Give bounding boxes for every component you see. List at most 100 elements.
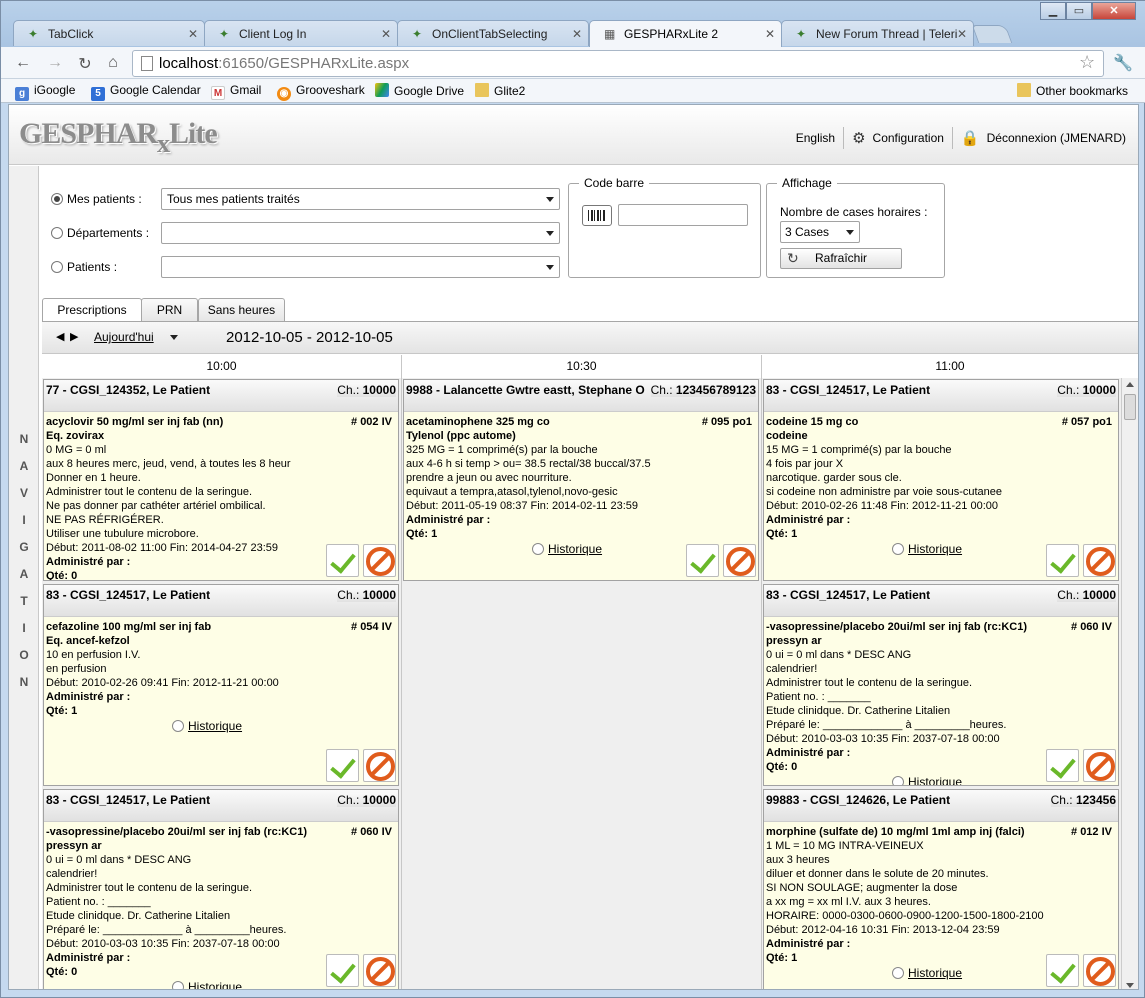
- departements-option[interactable]: Départements :: [51, 226, 149, 240]
- historique-link[interactable]: Historique: [892, 966, 962, 980]
- instruction-line: si codeine non administre par voie sous-…: [766, 486, 1003, 498]
- maximize-icon[interactable]: ▭: [1066, 2, 1092, 20]
- browser-tab-2[interactable]: ✦ Client Log In ✕: [204, 20, 398, 46]
- close-tab-icon[interactable]: ✕: [957, 27, 967, 41]
- refuse-button[interactable]: [1083, 544, 1116, 577]
- minimize-icon[interactable]: ▁: [1040, 2, 1066, 20]
- drug-equivalent: pressyn ar: [766, 635, 822, 647]
- refuse-button[interactable]: [1083, 749, 1116, 782]
- prescription-number: # 012 IV: [1071, 826, 1112, 838]
- departements-select[interactable]: [161, 222, 560, 244]
- close-tab-icon[interactable]: ✕: [572, 27, 582, 41]
- logout-link[interactable]: Déconnexion (JMENARD): [987, 131, 1126, 145]
- close-tab-icon[interactable]: ✕: [188, 27, 198, 41]
- instruction-line: 0 MG = 0 ml: [46, 444, 107, 456]
- app-area: GESPHARxLite English ⚙ Configuration 🔒 D…: [8, 104, 1139, 990]
- patients-select[interactable]: [161, 256, 560, 278]
- historique-link[interactable]: Historique: [892, 775, 962, 785]
- next-day-icon[interactable]: ▶: [70, 330, 78, 343]
- room-number: Ch.: 123456: [1050, 793, 1116, 807]
- administer-check-button[interactable]: [1046, 954, 1079, 987]
- instruction-line: 325 MG = 1 comprimé(s) par la bouche: [406, 444, 598, 456]
- refuse-button[interactable]: [363, 544, 396, 577]
- administer-check-button[interactable]: [326, 544, 359, 577]
- new-tab-button[interactable]: [971, 25, 1013, 43]
- barcode-icon[interactable]: [582, 205, 612, 226]
- other-bookmarks[interactable]: Other bookmarks: [1017, 83, 1128, 98]
- app-logo: GESPHARxLite: [19, 117, 218, 158]
- administer-check-button[interactable]: [326, 954, 359, 987]
- bookmark-glite2[interactable]: Glite2: [475, 83, 525, 98]
- prescriptions-pane: ◀ ▶ Aujourd'hui 2012-10-05 - 2012-10-05 …: [42, 321, 1138, 989]
- browser-tab-1[interactable]: ✦ TabClick ✕: [13, 20, 205, 46]
- close-tab-icon[interactable]: ✕: [381, 27, 391, 41]
- gear-icon[interactable]: ⚙: [852, 129, 865, 147]
- drug-equivalent: Tylenol (ppc autome): [406, 430, 516, 442]
- today-dropdown-icon[interactable]: [170, 335, 178, 340]
- patients-option[interactable]: Patients :: [51, 260, 117, 274]
- quantity-row: Qté: 1: [766, 527, 1116, 541]
- instruction-line: en perfusion: [46, 663, 107, 675]
- tab-prescriptions[interactable]: Prescriptions: [42, 298, 142, 323]
- tab-prn[interactable]: PRN: [141, 298, 198, 322]
- patient-title: 99883 - CGSI_124626, Le Patient: [766, 793, 951, 807]
- radio-patients[interactable]: [51, 261, 63, 273]
- vertical-scrollbar[interactable]: [1121, 378, 1138, 989]
- tab-sans-heures[interactable]: Sans heures: [198, 298, 285, 322]
- mes-patients-select[interactable]: Tous mes patients traités: [161, 188, 560, 210]
- home-icon[interactable]: ⌂: [103, 54, 123, 72]
- drug-equivalent: codeine: [766, 430, 808, 442]
- close-window-icon[interactable]: ✕: [1092, 2, 1136, 20]
- nb-cases-select[interactable]: 3 Cases: [780, 221, 860, 243]
- patient-title: 77 - CGSI_124352, Le Patient: [46, 383, 211, 397]
- refresh-button[interactable]: ↻ Rafraîchir: [780, 248, 902, 269]
- close-tab-icon[interactable]: ✕: [765, 27, 775, 41]
- scroll-down-icon[interactable]: [1126, 983, 1134, 988]
- administer-check-button[interactable]: [1046, 749, 1079, 782]
- bookmark-gmail[interactable]: M Gmail: [211, 83, 261, 100]
- back-icon[interactable]: ←: [13, 54, 33, 72]
- browser-tab-5[interactable]: ✦ New Forum Thread | Teleri ✕: [781, 20, 974, 46]
- history-icon: [532, 543, 544, 555]
- bookmark-grooveshark[interactable]: ◉ Grooveshark: [277, 83, 365, 101]
- forward-icon[interactable]: →: [45, 54, 65, 72]
- lock-icon[interactable]: 🔒: [961, 129, 980, 147]
- barcode-input[interactable]: [618, 204, 748, 226]
- administer-check-button[interactable]: [686, 544, 719, 577]
- drive-icon: [375, 83, 389, 97]
- refuse-button[interactable]: [1083, 954, 1116, 987]
- historique-link[interactable]: Historique: [532, 542, 602, 556]
- language-link[interactable]: English: [796, 131, 835, 145]
- historique-link[interactable]: Historique: [172, 980, 242, 989]
- bookmark-google-drive[interactable]: Google Drive: [375, 83, 464, 98]
- nav-letter: O: [19, 648, 29, 662]
- configuration-link[interactable]: Configuration: [873, 131, 944, 145]
- bookmark-star-icon[interactable]: ☆: [1079, 52, 1095, 73]
- medication-card: 83 - CGSI_124517, Le Patient Ch.: 10000 # …: [763, 584, 1119, 786]
- bookmark-igoogle[interactable]: g iGoogle: [15, 83, 75, 101]
- navigation-sidebar[interactable]: N A V I G A T I O N: [9, 166, 39, 989]
- prev-day-icon[interactable]: ◀: [56, 330, 64, 343]
- radio-mes-patients[interactable]: [51, 193, 63, 205]
- refuse-button[interactable]: [363, 954, 396, 987]
- address-bar[interactable]: localhost:61650/GESPHARxLite.aspx: [132, 50, 1104, 77]
- refuse-button[interactable]: [723, 544, 756, 577]
- mes-patients-option[interactable]: Mes patients :: [51, 192, 142, 206]
- reload-icon[interactable]: ↻: [75, 54, 95, 74]
- historique-link[interactable]: Historique: [892, 542, 962, 556]
- scroll-up-icon[interactable]: [1126, 382, 1134, 387]
- refuse-button[interactable]: [363, 749, 396, 782]
- browser-tab-3[interactable]: ✦ OnClientTabSelecting ✕: [397, 20, 589, 46]
- administer-check-button[interactable]: [326, 749, 359, 782]
- scroll-thumb[interactable]: [1124, 394, 1136, 420]
- bookmark-google-calendar[interactable]: 5 Google Calendar: [91, 83, 201, 101]
- wrench-icon[interactable]: 🔧: [1113, 53, 1133, 73]
- instruction-line: Préparé le: _____________ à _________heu…: [46, 924, 287, 936]
- refresh-icon: ↻: [787, 250, 799, 266]
- radio-departements[interactable]: [51, 227, 63, 239]
- room-value: 10000: [362, 793, 396, 807]
- administer-check-button[interactable]: [1046, 544, 1079, 577]
- today-button[interactable]: Aujourd'hui: [94, 330, 154, 344]
- browser-tab-active[interactable]: ▦ GESPHARxLite 2 ✕: [589, 20, 782, 47]
- historique-link[interactable]: Historique: [172, 719, 242, 733]
